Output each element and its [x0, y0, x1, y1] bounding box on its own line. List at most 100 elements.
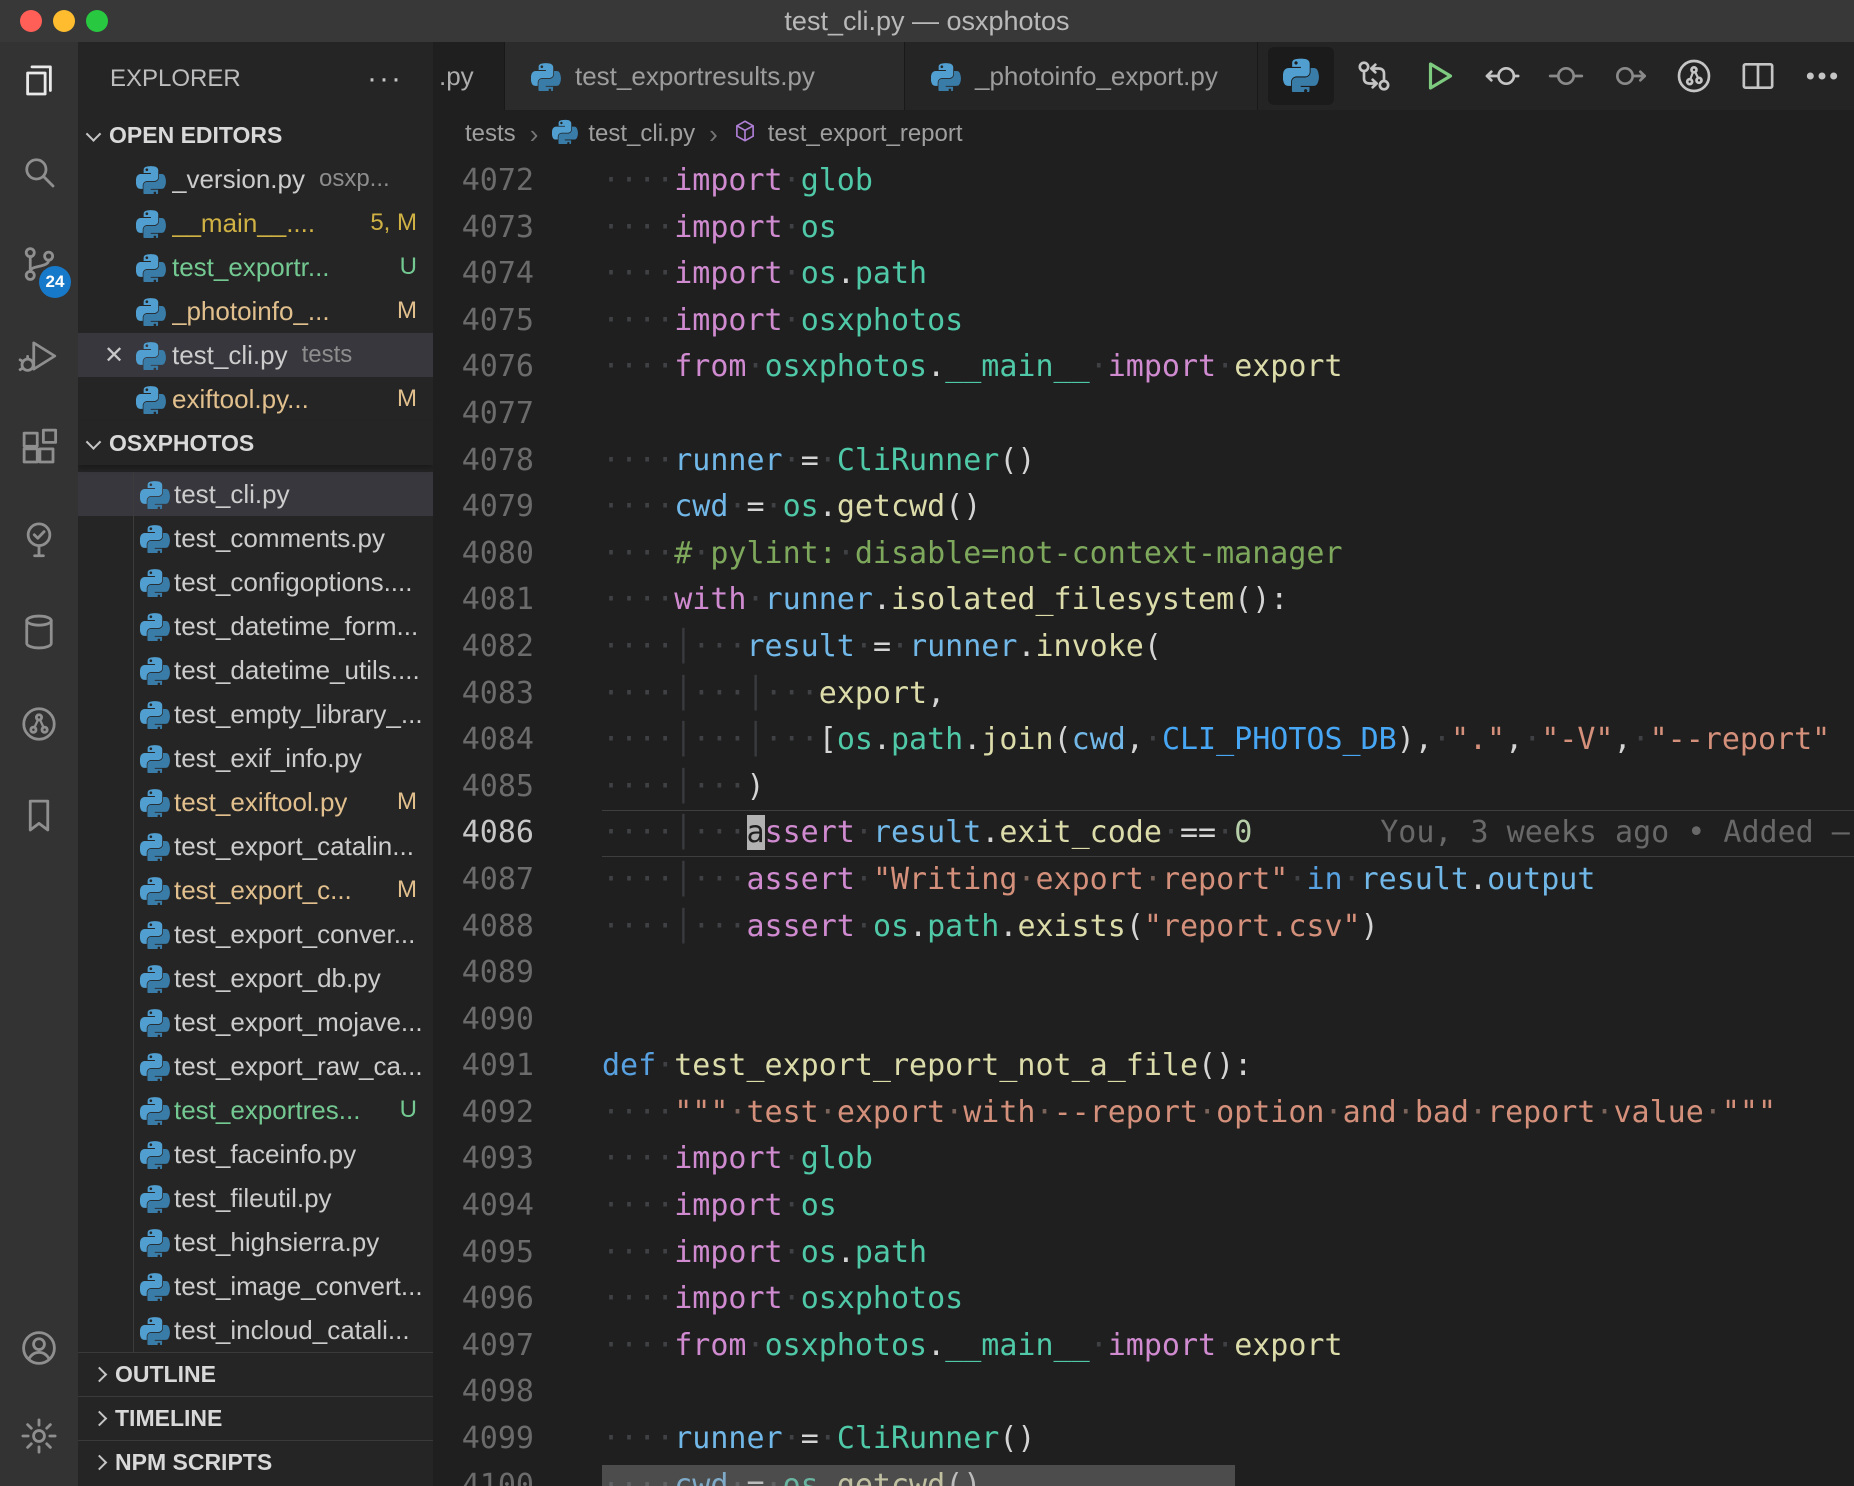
code-line[interactable]: 4081····with·runner.isolated_filesystem(…: [433, 577, 1854, 624]
zoom-window-button[interactable]: [86, 10, 108, 32]
close-icon[interactable]: ✕: [104, 341, 124, 370]
open-editor-item[interactable]: __main__....5, M: [78, 201, 433, 245]
file-tree-item[interactable]: test_comments.py: [78, 516, 433, 560]
file-tree-item[interactable]: test_faceinfo.py: [78, 1132, 433, 1176]
file-tree-item[interactable]: test_export_conver...: [78, 912, 433, 956]
code-line[interactable]: 4076····from·osxphotos.__main__·import·e…: [433, 344, 1854, 391]
git-compare-icon[interactable]: [1342, 42, 1406, 110]
open-editor-item[interactable]: _photoinfo_...M: [78, 289, 433, 333]
file-tree-item[interactable]: test_cli.py: [78, 472, 433, 516]
file-tree-item[interactable]: test_datetime_utils....: [78, 648, 433, 692]
editor-tab[interactable]: test_exportresults.py: [505, 42, 905, 110]
activity-bookmark-icon[interactable]: [15, 796, 63, 840]
code-token: .: [873, 722, 891, 757]
explorer-more-actions-icon[interactable]: ···: [367, 62, 403, 96]
close-window-button[interactable]: [20, 10, 42, 32]
activity-account-icon[interactable]: [15, 1328, 63, 1372]
open-editor-item[interactable]: test_exportr...U: [78, 245, 433, 289]
split-editor-icon[interactable]: [1726, 42, 1790, 110]
git-status-badge: M: [397, 297, 417, 325]
code-line[interactable]: 4093····import·glob: [433, 1136, 1854, 1183]
step-over-icon[interactable]: [1598, 42, 1662, 110]
activity-bar-top: 24: [0, 42, 78, 840]
step-back-icon[interactable]: [1470, 42, 1534, 110]
python-environment-button[interactable]: [1268, 47, 1334, 105]
code-line[interactable]: 4094····import·os: [433, 1183, 1854, 1230]
code-line[interactable]: 4083····│···│···export,: [433, 671, 1854, 718]
more-actions-icon[interactable]: [1790, 42, 1854, 110]
code-line[interactable]: 4090: [433, 997, 1854, 1044]
activity-database-icon[interactable]: [15, 612, 63, 656]
breadcrumb-item[interactable]: test_cli.py: [552, 118, 695, 151]
code-line[interactable]: 4082····│···result·=·runner.invoke(: [433, 624, 1854, 671]
file-tree-item[interactable]: test_export_raw_ca...: [78, 1044, 433, 1088]
code-line[interactable]: 4073····import·os: [433, 205, 1854, 252]
open-editor-item[interactable]: exiftool.py...M: [78, 377, 433, 421]
code-line[interactable]: 4091def·test_export_report_not_a_file():: [433, 1043, 1854, 1090]
file-tree-item[interactable]: test_fileutil.py: [78, 1176, 433, 1220]
file-tree-item[interactable]: test_incloud_catali...: [78, 1308, 433, 1352]
code-line[interactable]: 4086····│···assert·result.exit_code·==·0…: [433, 810, 1854, 857]
code-line[interactable]: 4080····#·pylint:·disable=not-context-ma…: [433, 531, 1854, 578]
source-graph-icon[interactable]: [1662, 42, 1726, 110]
activity-tree-check-icon[interactable]: [15, 520, 63, 564]
activity-source-control-icon[interactable]: 24: [15, 244, 63, 288]
code-token: (): [999, 443, 1035, 478]
breadcrumb-item[interactable]: tests: [465, 120, 516, 148]
horizontal-scrollbar[interactable]: [602, 1465, 1235, 1486]
file-tree-item[interactable]: test_export_catalin...: [78, 824, 433, 868]
file-tree-item[interactable]: test_empty_library_...: [78, 692, 433, 736]
file-tree-item[interactable]: test_export_db.py: [78, 956, 433, 1000]
file-tree-item[interactable]: test_image_convert...: [78, 1264, 433, 1308]
code-line[interactable]: 4087····│···assert·"Writing·export·repor…: [433, 857, 1854, 904]
code-line[interactable]: 4089: [433, 950, 1854, 997]
python-file-icon: [140, 611, 170, 641]
open-editor-item[interactable]: _version.pyosxp...: [78, 157, 433, 201]
code-line[interactable]: 4084····│···│···[os.path.join(cwd,·CLI_P…: [433, 717, 1854, 764]
code-line[interactable]: 4079····cwd·=·os.getcwd(): [433, 484, 1854, 531]
code-line[interactable]: 4098: [433, 1369, 1854, 1416]
code-line[interactable]: 4092····"""·test·export·with·--report·op…: [433, 1090, 1854, 1137]
file-tree-item[interactable]: test_exportres...U: [78, 1088, 433, 1132]
file-tree-item[interactable]: test_highsierra.py: [78, 1220, 433, 1264]
sidebar-section-outline[interactable]: OUTLINE: [78, 1352, 433, 1396]
code-line[interactable]: 4077: [433, 391, 1854, 438]
code-token: os: [801, 1235, 837, 1270]
sidebar-section-npm-scripts[interactable]: NPM SCRIPTS: [78, 1440, 433, 1484]
file-tree-item[interactable]: test_configoptions....: [78, 560, 433, 604]
python-file-icon: [140, 787, 170, 817]
code-line[interactable]: 4075····import·osxphotos: [433, 298, 1854, 345]
activity-search-icon[interactable]: [15, 152, 63, 196]
editor-tab[interactable]: _photoinfo_export.py: [905, 42, 1258, 110]
open-editor-item[interactable]: ✕test_cli.pytests: [78, 333, 433, 377]
file-tree-item[interactable]: test_export_mojave...: [78, 1000, 433, 1044]
activity-run-debug-icon[interactable]: [15, 336, 63, 380]
file-tree-item[interactable]: test_datetime_form...: [78, 604, 433, 648]
minimize-window-button[interactable]: [53, 10, 75, 32]
code-line[interactable]: 4095····import·os.path: [433, 1230, 1854, 1277]
open-editors-section-header[interactable]: OPEN EDITORS: [78, 113, 433, 157]
file-tree-item[interactable]: test_export_c...M: [78, 868, 433, 912]
breadcrumb-item[interactable]: test_export_report: [732, 118, 963, 151]
file-tree-item[interactable]: test_exif_info.py: [78, 736, 433, 780]
code-line[interactable]: 4072····import·glob: [433, 158, 1854, 205]
code-line[interactable]: 4097····from·osxphotos.__main__·import·e…: [433, 1323, 1854, 1370]
code-editor[interactable]: 4072····import·glob4073····import·os4074…: [433, 158, 1854, 1486]
code-line[interactable]: 4096····import·osxphotos: [433, 1276, 1854, 1323]
record-dash-icon[interactable]: [1534, 42, 1598, 110]
activity-settings-gear-icon[interactable]: [15, 1416, 63, 1460]
activity-graph-record-icon[interactable]: [15, 704, 63, 748]
code-line[interactable]: 4074····import·os.path: [433, 251, 1854, 298]
activity-extensions-icon[interactable]: [15, 428, 63, 472]
sidebar-section-timeline[interactable]: TIMELINE: [78, 1396, 433, 1440]
file-tree-item[interactable]: test_exiftool.pyM: [78, 780, 433, 824]
editor-tab[interactable]: .py: [433, 42, 505, 110]
code-line[interactable]: 4099····runner·=·CliRunner(): [433, 1416, 1854, 1463]
run-file-icon[interactable]: [1406, 42, 1470, 110]
code-line[interactable]: 4088····│···assert·os.path.exists("repor…: [433, 904, 1854, 951]
code-line[interactable]: 4085····│···): [433, 764, 1854, 811]
activity-files-icon[interactable]: [15, 60, 63, 104]
folder-section-header[interactable]: OSXPHOTOS: [78, 421, 433, 465]
git-status-badge: M: [397, 876, 417, 904]
code-line[interactable]: 4078····runner·=·CliRunner(): [433, 438, 1854, 485]
